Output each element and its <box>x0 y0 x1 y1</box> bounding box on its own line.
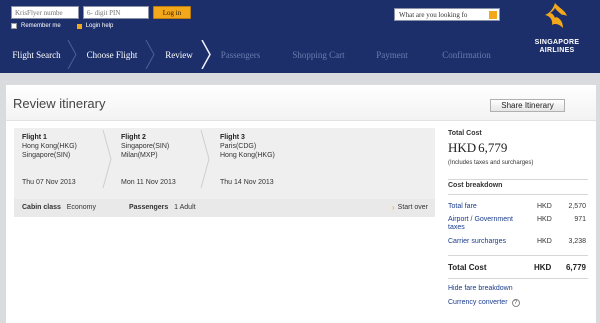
divider <box>448 255 588 256</box>
arrow-right-icon: › <box>392 203 395 212</box>
step-label: Flight Search <box>12 49 61 60</box>
flight-card: Flight 3 Paris(CDG) Hong Kong(HKG) Thu 1… <box>220 133 316 186</box>
login-button[interactable]: Log in <box>153 6 191 19</box>
breakdown-label[interactable]: Total fare <box>448 203 477 211</box>
flight-origin: Paris(CDG) <box>220 143 257 150</box>
cabin-class: Cabin class Economy <box>22 204 96 211</box>
trip-options-bar: Cabin class Economy Passengers 1 Adult ›… <box>14 199 435 217</box>
hide-fare-breakdown-link[interactable]: Hide fare breakdown <box>448 285 513 292</box>
step-separator-icon <box>201 40 211 69</box>
passengers: Passengers 1 Adult <box>129 204 196 211</box>
breakdown-row: Total fare HKD 2,570 <box>448 203 588 213</box>
flight-date: Mon 11 Nov 2013 <box>121 179 176 186</box>
step-label: Shopping Cart <box>292 49 345 60</box>
flight-date: Thu 07 Nov 2013 <box>22 179 76 186</box>
currency-converter-link[interactable]: Currency converter <box>448 299 508 306</box>
pin-field[interactable] <box>83 6 149 19</box>
share-itinerary-button[interactable]: Share Itinerary <box>490 99 565 112</box>
flight-destination: Hong Kong(HKG) <box>220 152 275 159</box>
step-review: Review <box>151 40 211 69</box>
cabin-class-value: Economy <box>66 204 96 211</box>
breakdown-row: Airport / Government taxes HKD 971 <box>448 216 588 231</box>
breakdown-label[interactable]: Airport / Government taxes <box>448 216 528 232</box>
breakdown-currency: HKD <box>537 216 552 223</box>
krisflyer-number-field[interactable] <box>11 6 79 19</box>
login-help-link[interactable]: Login help <box>86 23 114 29</box>
total-row-currency: HKD <box>534 263 552 272</box>
breakdown-currency: HKD <box>537 203 552 210</box>
cost-breakdown-label: Cost breakdown <box>448 182 503 189</box>
total-row-value: 6,779 <box>565 263 586 272</box>
divider <box>448 278 588 279</box>
remember-me-label: Remember me <box>21 23 61 29</box>
step-label: Choose Flight <box>86 49 138 60</box>
cabin-class-label: Cabin class <box>22 204 61 211</box>
site-header: Log in Remember me Login help What are y… <box>0 0 600 73</box>
remember-me-checkbox[interactable] <box>11 23 17 29</box>
panel-header: Review itinerary Share Itinerary <box>6 85 596 121</box>
step-label: Payment <box>376 49 408 60</box>
breakdown-currency: HKD <box>537 238 552 245</box>
total-cost-row: Total Cost HKD 6,779 <box>448 263 588 272</box>
step-separator-icon <box>145 40 155 69</box>
cost-panel: Total Cost HKD 6,779 (Includes taxes and… <box>448 130 588 307</box>
arrow-icon <box>76 23 82 29</box>
step-flight-search[interactable]: Flight Search <box>0 40 77 69</box>
singapore-airlines-logo[interactable]: SINGAPORE AIRLINES <box>527 0 587 60</box>
breakdown-value: 971 <box>574 216 586 223</box>
step-passengers: Passengers <box>207 40 274 69</box>
breakdown-label[interactable]: Carrier surcharges <box>448 238 506 246</box>
breakdown-value: 3,238 <box>568 238 586 245</box>
step-label: Passengers <box>220 49 261 60</box>
login-form: Log in <box>11 6 191 19</box>
bird-logo-icon <box>545 3 567 28</box>
start-over-link[interactable]: › Start over <box>392 203 428 212</box>
passengers-value: 1 Adult <box>174 204 196 211</box>
flight-date: Thu 14 Nov 2013 <box>220 179 274 186</box>
step-shopping-cart: Shopping Cart <box>274 40 363 69</box>
step-choose-flight[interactable]: Choose Flight <box>73 40 155 69</box>
total-cost-value: 6,779 <box>478 140 508 155</box>
total-cost-amount: HKD 6,779 <box>448 140 507 156</box>
step-payment: Payment <box>363 40 421 69</box>
step-confirmation: Confirmation <box>421 40 512 69</box>
logo-text-line1: SINGAPORE <box>534 39 580 46</box>
flight-title: Flight 3 <box>220 134 245 141</box>
search-icon[interactable] <box>489 11 497 19</box>
total-cost-currency: HKD <box>448 140 477 155</box>
chevron-right-icon <box>200 130 210 188</box>
includes-note: (Includes taxes and surcharges) <box>448 160 534 166</box>
review-itinerary-panel: Review itinerary Share Itinerary Flight … <box>6 85 596 323</box>
site-search-input[interactable]: What are you looking fo <box>394 8 500 21</box>
page-title: Review itinerary <box>13 96 106 111</box>
chevron-right-icon <box>102 130 112 188</box>
booking-steps: Flight Search Choose Flight Review Passe… <box>0 40 512 69</box>
search-placeholder: What are you looking fo <box>399 11 468 19</box>
divider <box>448 194 588 195</box>
login-options: Remember me Login help <box>11 23 113 29</box>
breakdown-row: Carrier surcharges HKD 3,238 <box>448 238 588 248</box>
start-over-label: Start over <box>397 204 429 211</box>
help-icon[interactable]: ? <box>511 299 520 307</box>
divider <box>448 179 588 180</box>
breakdown-value: 2,570 <box>568 203 586 210</box>
passengers-label: Passengers <box>129 204 169 211</box>
step-label: Review <box>165 49 193 60</box>
logo-text-line2: AIRLINES <box>539 47 575 54</box>
step-label: Confirmation <box>442 49 491 60</box>
currency-converter: Currency converter? <box>448 299 520 307</box>
total-cost-label: Total Cost <box>448 130 482 137</box>
total-row-label: Total Cost <box>448 263 487 272</box>
step-separator-icon <box>67 40 77 69</box>
